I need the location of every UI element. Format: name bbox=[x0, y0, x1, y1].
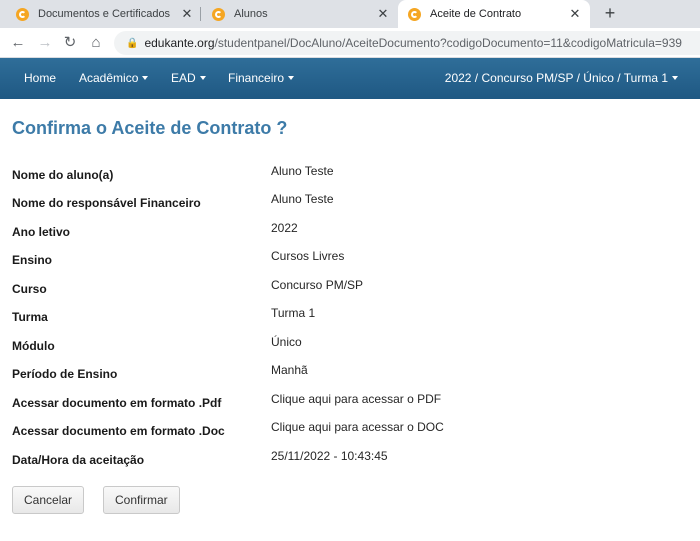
nav-financeiro-label: Financeiro bbox=[228, 71, 285, 85]
edukante-favicon-icon bbox=[212, 7, 225, 21]
nav-academico-dropdown[interactable]: Acadêmico bbox=[79, 71, 149, 85]
reload-icon[interactable]: ↻ bbox=[60, 33, 80, 53]
field-row-ano-letivo: Ano letivo 2022 bbox=[12, 221, 692, 241]
field-label: Nome do aluno(a) bbox=[12, 168, 114, 182]
field-row-data-aceitacao: Data/Hora da aceitação 25/11/2022 - 10:4… bbox=[12, 449, 692, 469]
field-label: Ano letivo bbox=[12, 225, 71, 239]
field-label: Nome do responsável Financeiro bbox=[12, 196, 201, 210]
doc-document-link[interactable]: Clique aqui para acessar o DOC bbox=[271, 420, 444, 434]
chevron-down-icon bbox=[288, 75, 295, 80]
home-icon[interactable]: ⌂ bbox=[86, 33, 106, 53]
browser-tab-strip: Documentos e Certificados ✕ Alunos ✕ Ace… bbox=[0, 0, 700, 28]
field-row-turma: Turma Turma 1 bbox=[12, 306, 692, 326]
field-row-responsavel-financeiro: Nome do responsável Financeiro Aluno Tes… bbox=[12, 192, 692, 212]
tab-title: Aceite de Contrato bbox=[430, 8, 522, 20]
lock-icon: 🔒 bbox=[126, 37, 139, 49]
field-row-ensino: Ensino Cursos Livres bbox=[12, 249, 692, 269]
close-icon[interactable]: ✕ bbox=[568, 6, 582, 22]
nav-ead-dropdown[interactable]: EAD bbox=[171, 71, 206, 85]
confirm-button[interactable]: Confirmar bbox=[103, 486, 180, 514]
address-bar[interactable]: 🔒 edukante.org/studentpanel/DocAluno/Ace… bbox=[114, 31, 700, 55]
field-value: Aluno Teste bbox=[271, 164, 334, 178]
chevron-down-icon bbox=[199, 75, 206, 80]
field-row-documento-doc: Acessar documento em formato .Doc Clique… bbox=[12, 420, 692, 440]
nav-financeiro-dropdown[interactable]: Financeiro bbox=[228, 71, 295, 85]
url-text: edukante.org/studentpanel/DocAluno/Aceit… bbox=[144, 36, 681, 50]
nav-home[interactable]: Home bbox=[24, 71, 56, 85]
browser-tab-documentos[interactable]: Documentos e Certificados ✕ bbox=[0, 0, 200, 28]
app-navbar: Home Acadêmico EAD Financeiro 2022 / Con… bbox=[0, 58, 700, 99]
field-label: Acessar documento em formato .Pdf bbox=[12, 396, 222, 410]
pdf-document-link[interactable]: Clique aqui para acessar o PDF bbox=[271, 392, 441, 406]
browser-toolbar: ← → ↻ ⌂ 🔒 edukante.org/studentpanel/DocA… bbox=[0, 28, 700, 58]
field-value: Único bbox=[271, 335, 302, 349]
field-row-curso: Curso Concurso PM/SP bbox=[12, 278, 692, 298]
field-value: Manhã bbox=[271, 363, 308, 377]
field-label: Período de Ensino bbox=[12, 367, 118, 381]
arrow-left-icon[interactable]: ← bbox=[8, 33, 28, 53]
browser-tab-aceite-active[interactable]: Aceite de Contrato ✕ bbox=[398, 0, 590, 28]
field-row-documento-pdf: Acessar documento em formato .Pdf Clique… bbox=[12, 392, 692, 412]
nav-home-label: Home bbox=[24, 71, 57, 85]
field-value: 2022 bbox=[271, 221, 298, 235]
field-value: Cursos Livres bbox=[271, 249, 345, 263]
field-value: Turma 1 bbox=[271, 306, 316, 320]
nav-ead-label: EAD bbox=[171, 71, 196, 85]
tab-title: Documentos e Certificados bbox=[38, 8, 171, 20]
field-label: Módulo bbox=[12, 339, 55, 353]
field-label: Acessar documento em formato .Doc bbox=[12, 424, 225, 438]
browser-tab-alunos[interactable]: Alunos ✕ bbox=[202, 0, 398, 28]
field-label: Curso bbox=[12, 282, 47, 296]
close-icon[interactable]: ✕ bbox=[376, 6, 390, 22]
page-title: Confirma o Aceite de Contrato ? bbox=[12, 118, 288, 138]
tab-divider bbox=[200, 7, 201, 21]
field-label: Turma bbox=[12, 310, 48, 324]
cancel-button[interactable]: Cancelar bbox=[12, 486, 85, 514]
field-value: Concurso PM/SP bbox=[271, 278, 364, 292]
tab-title: Alunos bbox=[234, 8, 268, 20]
field-row-modulo: Módulo Único bbox=[12, 335, 692, 355]
nav-academico-label: Acadêmico bbox=[79, 71, 139, 85]
field-row-periodo-ensino: Período de Ensino Manhã bbox=[12, 363, 692, 383]
field-label: Ensino bbox=[12, 253, 53, 267]
new-tab-plus-icon[interactable]: + bbox=[600, 3, 620, 23]
enrollment-context-label: 2022 / Concurso PM/SP / Único / Turma 1 bbox=[444, 71, 668, 85]
edukante-favicon-icon bbox=[16, 7, 29, 21]
enrollment-context-dropdown[interactable]: 2022 / Concurso PM/SP / Único / Turma 1 bbox=[445, 71, 678, 85]
edukante-favicon-icon bbox=[408, 7, 421, 21]
arrow-right-icon[interactable]: → bbox=[35, 33, 55, 53]
field-value: Aluno Teste bbox=[271, 192, 334, 206]
url-host: edukante.org bbox=[144, 36, 215, 50]
url-path: /studentpanel/DocAluno/AceiteDocumento?c… bbox=[214, 36, 682, 50]
chevron-down-icon bbox=[672, 75, 678, 80]
chevron-down-icon bbox=[142, 75, 149, 80]
field-label: Data/Hora da aceitação bbox=[12, 453, 145, 467]
field-value: 25/11/2022 - 10:43:45 bbox=[271, 449, 388, 463]
field-row-nome-aluno: Nome do aluno(a) Aluno Teste bbox=[12, 164, 692, 184]
close-icon[interactable]: ✕ bbox=[180, 6, 194, 22]
